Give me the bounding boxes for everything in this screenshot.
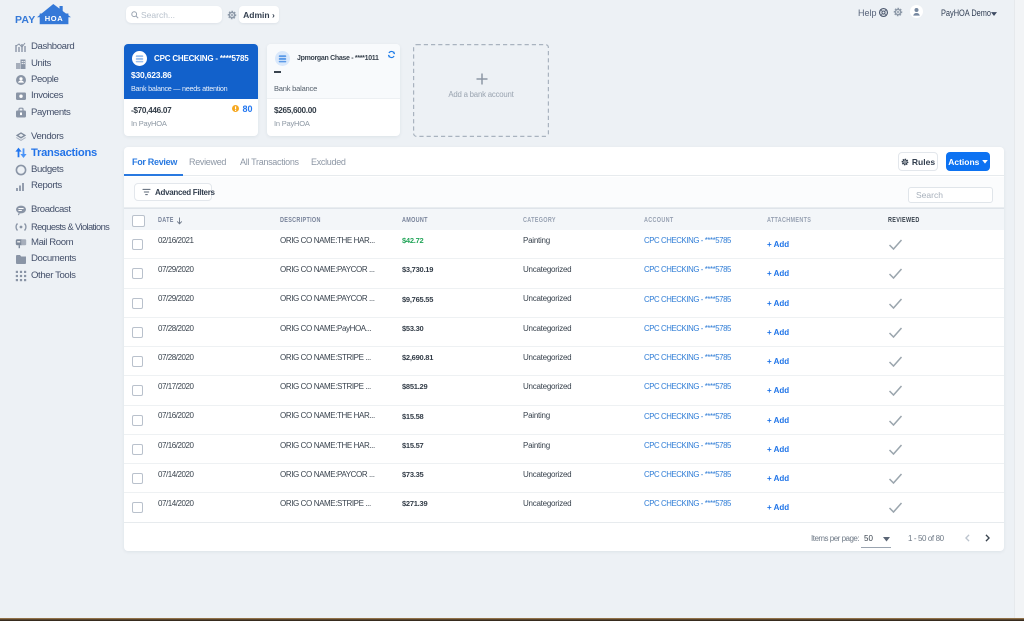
svg-text:HOA: HOA: [45, 14, 63, 23]
